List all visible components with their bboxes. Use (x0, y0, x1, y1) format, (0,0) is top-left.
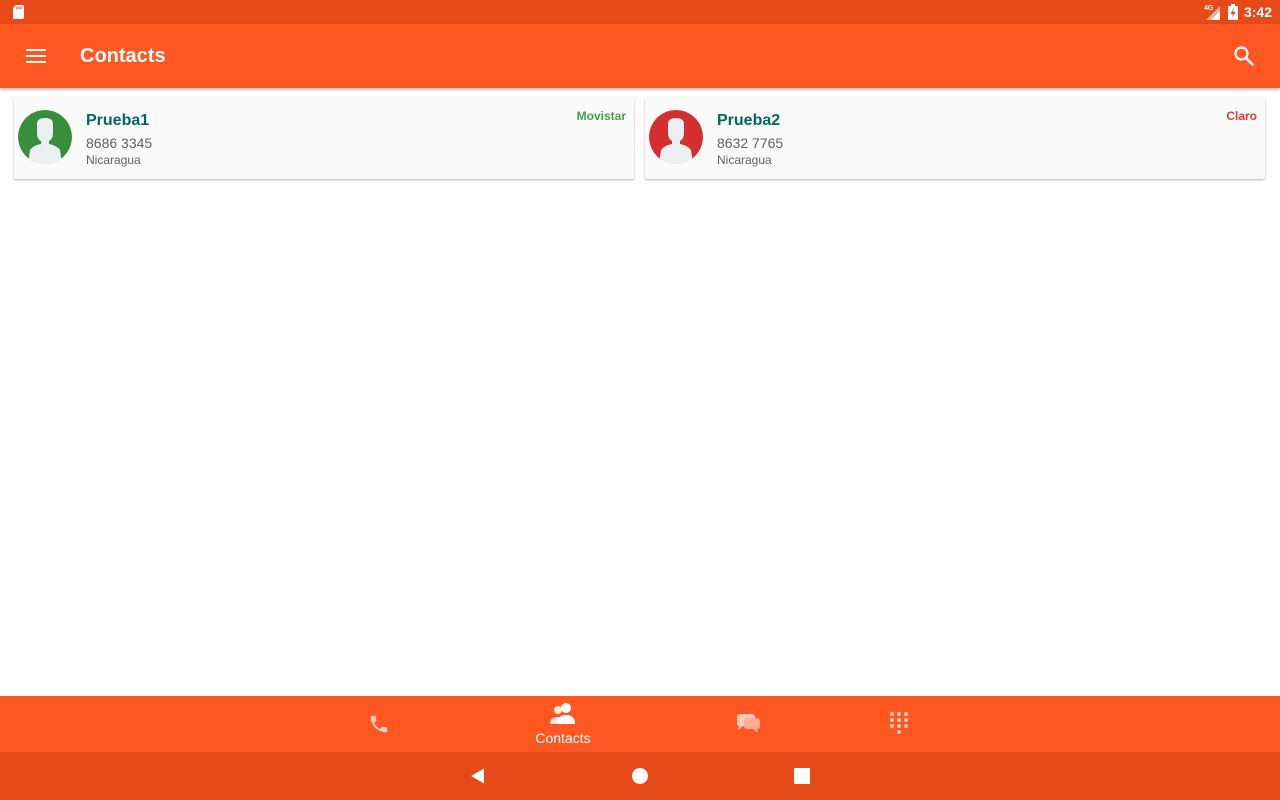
contact-number: 8632 7765 (717, 135, 784, 151)
chat-icon (737, 714, 760, 733)
nav-tab-messages[interactable] (688, 696, 808, 752)
contact-name: Prueba1 (86, 112, 150, 129)
status-bar: 4G 3:42 (0, 0, 1280, 24)
back-icon[interactable] (468, 766, 488, 786)
sd-card-icon (13, 5, 24, 19)
contact-card[interactable]: Prueba2 8632 7765 Nicaragua Claro (645, 97, 1265, 179)
carrier-label: Movistar (576, 109, 626, 123)
dialpad-icon (890, 712, 908, 734)
avatar (649, 110, 703, 164)
signal-icon: 4G (1204, 5, 1220, 20)
contact-card[interactable]: Prueba1 8686 3345 Nicaragua Movistar (14, 97, 634, 179)
nav-tab-contacts[interactable]: Contacts (503, 696, 623, 752)
home-icon[interactable] (630, 766, 650, 786)
carrier-label: Claro (1226, 109, 1257, 123)
nav-tab-calls[interactable] (319, 696, 439, 752)
search-icon[interactable] (1230, 42, 1258, 70)
contact-country: Nicaragua (717, 153, 772, 167)
contact-number: 8686 3345 (86, 135, 153, 151)
nav-tab-dialpad[interactable] (839, 696, 959, 752)
recents-icon[interactable] (792, 766, 812, 786)
menu-icon[interactable] (22, 42, 50, 70)
contacts-icon (550, 703, 575, 724)
system-navigation-bar (0, 752, 1280, 800)
bottom-navigation: Contacts (0, 696, 1280, 752)
contact-name: Prueba2 (717, 112, 781, 129)
battery-charging-icon (1227, 4, 1238, 20)
app-bar: Contacts (0, 24, 1280, 88)
avatar (18, 110, 72, 164)
status-indicators: 4G 3:42 (1204, 0, 1272, 24)
nav-label-contacts: Contacts (535, 730, 591, 746)
phone-icon (370, 715, 388, 733)
person-avatar-icon (18, 110, 72, 164)
person-avatar-icon (649, 110, 703, 164)
network-type-label: 4G (1204, 5, 1214, 12)
status-time: 3:42 (1243, 4, 1272, 20)
page-title: Contacts (80, 45, 166, 67)
contact-country: Nicaragua (86, 153, 141, 167)
